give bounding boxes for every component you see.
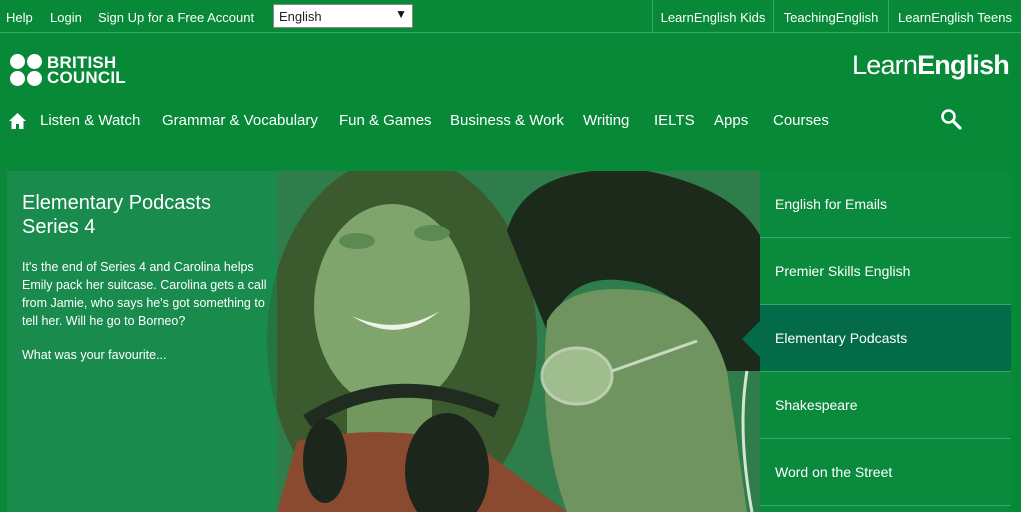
help-link[interactable]: Help <box>6 10 33 25</box>
side-item-elementary-podcasts[interactable]: Elementary Podcasts <box>742 305 1011 372</box>
search-icon[interactable] <box>940 108 962 130</box>
nav-apps[interactable]: Apps <box>714 112 748 129</box>
hero-banner[interactable]: Elementary Podcasts Series 4 It's the en… <box>7 171 760 512</box>
featured-side-menu: English for Emails Premier Skills Englis… <box>742 171 1011 512</box>
british-council-wordmark: BRITISH COUNCIL <box>47 53 126 87</box>
learnenglish-teens-link[interactable]: LearnEnglish Teens <box>888 0 1021 33</box>
nav-grammar-vocabulary[interactable]: Grammar & Vocabulary <box>162 112 318 129</box>
british-council-dots-icon <box>10 54 44 88</box>
signup-link[interactable]: Sign Up for a Free Account <box>98 10 254 25</box>
nav-courses[interactable]: Courses <box>773 112 829 129</box>
learnenglish-kids-link[interactable]: LearnEnglish Kids <box>652 0 773 33</box>
home-icon[interactable] <box>8 112 27 130</box>
language-select-value: English <box>279 9 322 24</box>
language-select[interactable]: English ▼ <box>273 4 413 28</box>
nav-listen-watch[interactable]: Listen & Watch <box>40 112 140 129</box>
active-pointer-icon <box>742 321 760 357</box>
side-item-label: Word on the Street <box>775 464 893 480</box>
hero-read-more-text: What was your favourite... <box>22 348 167 362</box>
hero-title[interactable]: Elementary Podcasts Series 4 <box>22 191 262 239</box>
nav-ielts[interactable]: IELTS <box>654 112 695 129</box>
side-item-label: English for Emails <box>775 196 888 212</box>
dropdown-arrow-icon: ▼ <box>395 7 407 21</box>
learnenglish-logo-english: English <box>917 50 1010 80</box>
hero-text-panel: Elementary Podcasts Series 4 It's the en… <box>7 171 277 512</box>
learnenglish-logo[interactable]: LearnEnglish <box>852 50 1010 81</box>
side-item-label: Elementary Podcasts <box>775 330 908 346</box>
hero-description: It's the end of Series 4 and Carolina he… <box>22 260 267 328</box>
learnenglish-logo-learn: Learn <box>852 50 918 80</box>
top-utility-bar: Help Login Sign Up for a Free Account En… <box>0 0 1021 33</box>
side-item-shakespeare[interactable]: Shakespeare <box>760 372 1011 439</box>
side-item-label: Shakespeare <box>775 397 858 413</box>
side-item-english-for-emails[interactable]: English for Emails <box>760 171 1011 238</box>
british-council-logo[interactable]: BRITISH COUNCIL <box>10 54 130 88</box>
side-item-word-on-the-street[interactable]: Word on the Street <box>760 439 1011 506</box>
nav-writing[interactable]: Writing <box>583 112 629 129</box>
side-item-label: Premier Skills English <box>775 263 911 279</box>
nav-fun-games[interactable]: Fun & Games <box>339 112 432 129</box>
login-link[interactable]: Login <box>50 10 82 25</box>
main-nav: Listen & Watch Grammar & Vocabulary Fun … <box>0 104 1021 136</box>
teachingenglish-link[interactable]: TeachingEnglish <box>773 0 888 33</box>
side-item-premier-skills-english[interactable]: Premier Skills English <box>760 238 1011 305</box>
nav-business-work[interactable]: Business & Work <box>450 112 564 129</box>
